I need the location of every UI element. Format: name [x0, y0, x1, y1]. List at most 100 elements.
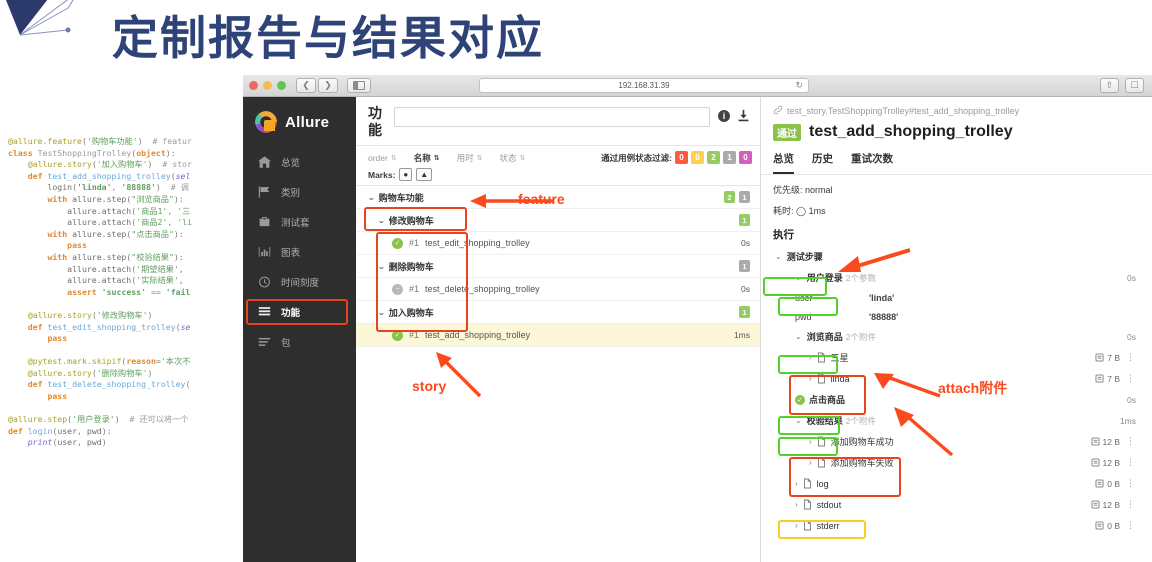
chevron-down-icon[interactable]: ⌄ — [795, 332, 802, 341]
chevron-right-icon[interactable]: › — [809, 458, 812, 467]
marks-label: Marks: — [368, 169, 396, 180]
sidebar-toggle-icon[interactable] — [347, 78, 371, 93]
file-icon — [817, 373, 826, 384]
chevron-down-icon[interactable]: ⌄ — [775, 252, 782, 261]
count-badge-skipped: 1 — [739, 260, 750, 272]
sidebar-item-suites[interactable]: 测试套 — [243, 207, 356, 237]
sidebar-item-graphs[interactable]: 图表 — [243, 237, 356, 267]
status-passed-icon: ✓ — [392, 237, 403, 249]
tree-row-testcase-selected[interactable]: ✓ #1 test_add_shopping_trolley 1ms — [356, 324, 760, 347]
chevron-right-icon[interactable]: › — [809, 353, 812, 362]
root-attachment-row[interactable]: › log 0 B ⋮ — [773, 473, 1142, 494]
tree-row-testcase[interactable]: ✓ #1 test_edit_shopping_trolley 0s — [356, 232, 760, 255]
filter-badge-passed[interactable]: 2 — [707, 151, 720, 164]
share-icon[interactable]: ⇧ — [1100, 78, 1119, 93]
file-icon — [803, 520, 812, 531]
more-options-icon[interactable]: ⋮ — [1126, 478, 1136, 489]
sidebar-item-behaviors[interactable]: 功能 — [243, 297, 356, 327]
info-icon[interactable]: i — [718, 109, 730, 122]
status-passed-icon: ✓ — [392, 329, 403, 341]
chevron-down-icon[interactable]: ⌄ — [377, 262, 385, 271]
file-icon — [803, 478, 812, 489]
chevron-down-icon[interactable]: ⌄ — [377, 216, 385, 225]
attachment-name: stdout — [816, 499, 842, 510]
filter-badge-failed[interactable]: 0 — [675, 151, 688, 164]
sort-column-status[interactable]: 状态 ⇅ — [500, 152, 526, 164]
home-icon — [257, 156, 271, 169]
tree-row-story[interactable]: ⌄ 修改购物车 1 — [356, 209, 760, 232]
address-bar[interactable]: 192.168.31.39 ↻ — [479, 78, 809, 93]
filter-badge-skipped[interactable]: 1 — [723, 151, 736, 164]
status-filter-group[interactable]: 通过用例状态过滤: 0 0 2 1 0 — [601, 151, 752, 164]
step-duration: 1ms — [1119, 415, 1136, 426]
chevron-right-icon[interactable]: › — [809, 374, 812, 383]
warning-icon[interactable]: ▲ — [416, 168, 433, 181]
lines-icon — [257, 336, 271, 349]
tree-row-story[interactable]: ⌄ 加入购物车 1 — [356, 301, 760, 324]
forward-button[interactable]: ❯ — [318, 78, 338, 93]
sort-label: 名称 — [413, 152, 431, 163]
sidebar-item-timeline[interactable]: 时间刻度 — [243, 267, 356, 297]
step-name: 点击商品 — [809, 395, 846, 405]
more-options-icon[interactable]: ⋮ — [1126, 457, 1136, 468]
size-text: 12 B — [1102, 436, 1121, 447]
file-icon — [803, 499, 812, 510]
breadcrumb[interactable]: test_story.TestShoppingTrolley#test_add_… — [773, 105, 1142, 117]
back-button[interactable]: ❮ — [296, 78, 316, 93]
new-tab-icon[interactable]: ☐ — [1125, 78, 1144, 93]
root-attachment-row[interactable]: › stdout 12 B ⋮ — [773, 494, 1142, 515]
tree-row-story[interactable]: ⌄ 删除购物车 1 — [356, 255, 760, 278]
more-options-icon[interactable]: ⋮ — [1126, 352, 1136, 363]
minimize-window-button[interactable] — [263, 81, 272, 90]
reload-icon[interactable]: ↻ — [795, 80, 803, 91]
more-options-icon[interactable]: ⋮ — [1126, 499, 1136, 510]
sort-column-order[interactable]: order ⇅ — [368, 153, 397, 163]
sort-arrow-icon: ⇅ — [476, 154, 483, 162]
tab-history[interactable]: 历史 — [812, 151, 833, 174]
more-options-icon[interactable]: ⋮ — [1126, 520, 1136, 531]
allure-logo[interactable]: Allure — [243, 97, 356, 147]
sort-column-name[interactable]: 名称 ⇅ — [413, 152, 440, 164]
more-options-icon[interactable]: ⋮ — [1126, 436, 1136, 447]
count-badge-passed: 1 — [739, 214, 750, 226]
chevron-down-icon[interactable]: ⌄ — [377, 308, 385, 317]
sidebar-item-overview[interactable]: 总览 — [243, 147, 356, 177]
bug-icon[interactable]: ● — [399, 168, 413, 181]
sidebar-item-categories[interactable]: 类别 — [243, 177, 356, 207]
chevron-right-icon[interactable]: › — [795, 479, 798, 488]
attachment-row[interactable]: › 添加购物车成功 12 B ⋮ — [773, 431, 1142, 452]
severity-row: 优先级: normal — [773, 183, 1142, 196]
steps-root-row[interactable]: ⌄ 测试步骤 — [773, 246, 1142, 267]
chevron-down-icon[interactable]: ⌄ — [795, 273, 802, 282]
sidebar-item-label: 总览 — [281, 158, 301, 169]
step-row[interactable]: ⌄ 用户登录 2个参数 0s — [773, 267, 1142, 288]
tab-retries[interactable]: 重试次数 — [851, 151, 893, 174]
close-window-button[interactable] — [249, 81, 258, 90]
attachment-row[interactable]: › 添加购物车失败 12 B ⋮ — [773, 452, 1142, 473]
more-options-icon[interactable]: ⋮ — [1126, 373, 1136, 384]
chevron-down-icon[interactable]: ⌄ — [795, 416, 802, 425]
chevron-down-icon[interactable]: ⌄ — [367, 193, 375, 202]
tab-overview[interactable]: 总览 — [773, 151, 794, 174]
duration-row: 耗时: ◯ 1ms — [773, 204, 1142, 217]
sidebar-item-packages[interactable]: 包 — [243, 327, 356, 357]
search-input[interactable] — [394, 107, 710, 127]
download-icon[interactable] — [737, 109, 750, 122]
browser-window: ❮ ❯ 192.168.31.39 ↻ ⇧ ☐ Allure 总览 类别 测试套… — [243, 75, 1152, 562]
filter-badge-broken[interactable]: 0 — [691, 151, 704, 164]
browser-titlebar: ❮ ❯ 192.168.31.39 ↻ ⇧ ☐ — [243, 75, 1152, 97]
step-row[interactable]: ⌄ 浏览商品 2个附件 0s — [773, 326, 1142, 347]
chevron-right-icon[interactable]: › — [795, 521, 798, 530]
attachment-row[interactable]: › 三星 7 B ⋮ — [773, 347, 1142, 368]
filter-label: 通过用例状态过滤: — [601, 152, 672, 163]
chevron-right-icon[interactable]: › — [795, 500, 798, 509]
file-icon — [817, 352, 826, 363]
tree-row-testcase[interactable]: − #1 test_delete_shopping_trolley 0s — [356, 278, 760, 301]
filter-badge-unknown[interactable]: 0 — [739, 151, 752, 164]
sort-column-duration[interactable]: 用时 ⇅ — [457, 152, 483, 164]
root-attachment-row[interactable]: › stderr 0 B ⋮ — [773, 515, 1142, 536]
window-controls[interactable] — [249, 81, 286, 90]
maximize-window-button[interactable] — [277, 81, 286, 90]
step-row[interactable]: ⌄ 校验结果 2个附件 1ms — [773, 410, 1142, 431]
chevron-right-icon[interactable]: › — [809, 437, 812, 446]
